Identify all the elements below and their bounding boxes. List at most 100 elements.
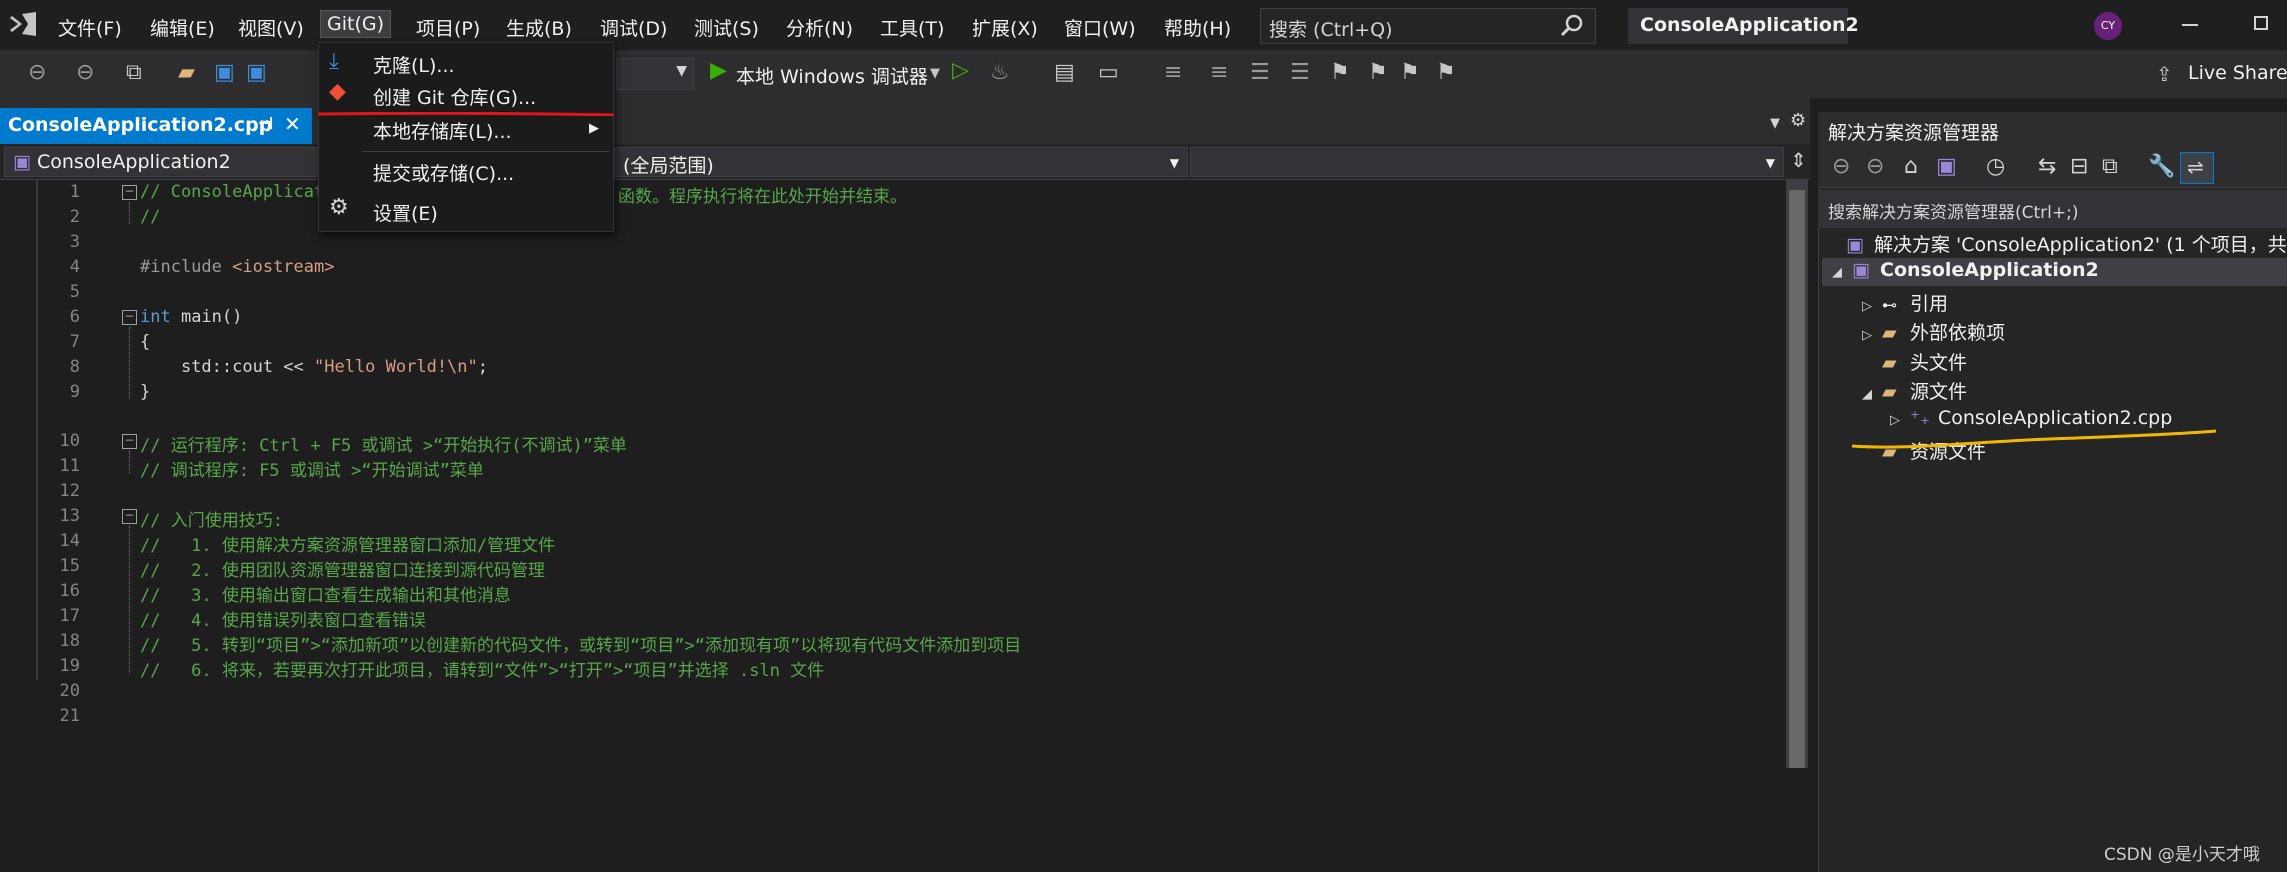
search-box[interactable]: 搜索 (Ctrl+Q) bbox=[1260, 8, 1596, 44]
home-icon[interactable]: ⌂ bbox=[1904, 154, 1918, 179]
pending-changes-icon[interactable]: ◷ bbox=[1986, 154, 2005, 179]
scrollbar-thumb[interactable] bbox=[1789, 190, 1805, 768]
menu-edit[interactable]: 编辑(E) bbox=[144, 12, 221, 43]
code-line-20: // 6. 将来，若要再次打开此项目，请转到“文件”>“打开”>“项目”并选择 … bbox=[140, 661, 825, 681]
outdent-icon[interactable]: ☰ bbox=[1290, 60, 1310, 85]
sync-icon[interactable]: ⇆ bbox=[2038, 154, 2056, 179]
collapse-all-icon[interactable]: ⊟ bbox=[2070, 154, 2088, 179]
tree-item-source-files[interactable]: ◢ ▰ 源文件 bbox=[1862, 377, 1967, 404]
member-dropdown[interactable]: ▼ bbox=[1190, 147, 1784, 177]
line-number: 14 bbox=[59, 531, 80, 551]
fold-toggle[interactable]: − bbox=[122, 434, 137, 449]
menu-tools[interactable]: 工具(T) bbox=[874, 12, 950, 43]
bookmark-prev-icon[interactable]: ⚑ bbox=[1368, 60, 1388, 85]
chevron-down-icon: ▼ bbox=[1765, 156, 1775, 170]
hot-reload-icon[interactable]: ♨ bbox=[990, 60, 1010, 85]
clone-icon: ⤓ bbox=[329, 49, 339, 74]
fold-guide bbox=[129, 327, 130, 399]
git-menu-clone[interactable]: 克隆(L)... bbox=[373, 51, 455, 78]
fold-toggle[interactable]: − bbox=[122, 185, 137, 200]
cpp-project-icon: ▣ bbox=[1852, 259, 1870, 281]
code-line-15: // 1. 使用解决方案资源管理器窗口添加/管理文件 bbox=[140, 536, 556, 556]
layout-icon[interactable]: ▭ bbox=[1098, 60, 1119, 85]
git-menu-create-repo[interactable]: 创建 Git 仓库(G)... bbox=[373, 83, 536, 110]
menu-window[interactable]: 窗口(W) bbox=[1058, 12, 1142, 43]
restore-icon[interactable] bbox=[2254, 16, 2268, 30]
forward-icon[interactable]: ⊖ bbox=[1866, 154, 1884, 179]
new-project-icon[interactable]: ⧉ bbox=[126, 60, 142, 85]
menu-project[interactable]: 项目(P) bbox=[410, 12, 486, 43]
uncomment-icon[interactable]: ≡ bbox=[1210, 60, 1228, 85]
line-number: 5 bbox=[69, 282, 80, 302]
external-deps-icon: ▰ bbox=[1882, 322, 1897, 344]
bookmark-clear-icon[interactable]: ⚑ bbox=[1436, 60, 1456, 85]
menu-file[interactable]: 文件(F) bbox=[52, 12, 128, 43]
fold-toggle[interactable]: − bbox=[122, 509, 137, 524]
submenu-arrow-icon: ▶ bbox=[589, 121, 599, 136]
bookmark-icon[interactable]: ⚑ bbox=[1330, 60, 1350, 85]
solution-explorer-title: 解决方案资源管理器 bbox=[1818, 112, 2287, 148]
tab-consoleapplication2-cpp[interactable]: ConsoleApplication2.cpp ⊣ ✕ bbox=[0, 108, 312, 144]
browse-icon[interactable]: ▤ bbox=[1054, 60, 1075, 85]
comment-icon[interactable]: ≡ bbox=[1164, 60, 1182, 85]
forward-icon[interactable]: ⊖ bbox=[76, 60, 94, 85]
chevron-down-icon[interactable]: ▼ bbox=[930, 66, 940, 81]
menu-git[interactable]: Git(G) bbox=[320, 10, 391, 38]
run-target-label[interactable]: 本地 Windows 调试器 bbox=[736, 62, 928, 89]
code-line-19: // 5. 转到“项目”>“添加新项”以创建新的代码文件，或转到“项目”>“添加… bbox=[140, 636, 1022, 656]
search-placeholder: 搜索 (Ctrl+Q) bbox=[1269, 19, 1393, 41]
back-icon[interactable]: ⊖ bbox=[1832, 154, 1850, 179]
tree-item-header-files[interactable]: ▰ 头文件 bbox=[1862, 348, 1967, 375]
solution-explorer-toolbar: ⊖ ⊖ ⌂ ▣ ◷ ⇆ ⊟ ⧉ 🔧 ⇌ bbox=[1818, 148, 2287, 188]
tree-item-references[interactable]: ▷ ⊷ 引用 bbox=[1862, 289, 1948, 316]
gear-icon[interactable]: ⚙ bbox=[1790, 110, 1806, 131]
cpp-project-icon: ▣ bbox=[13, 151, 31, 173]
tree-item-solution[interactable]: ▣ 解决方案 'ConsoleApplication2' (1 个项目，共 1 bbox=[1846, 230, 2287, 257]
menu-help[interactable]: 帮助(H) bbox=[1158, 12, 1237, 43]
line-number: 17 bbox=[59, 606, 80, 626]
editor-scrollbar[interactable] bbox=[1786, 180, 1808, 768]
scope-dropdown-label: (全局范围) bbox=[623, 155, 714, 177]
menu-view[interactable]: 视图(V) bbox=[232, 12, 310, 43]
menu-test[interactable]: 测试(S) bbox=[688, 12, 765, 43]
back-icon[interactable]: ⊖ bbox=[28, 60, 46, 85]
tree-item-project[interactable]: ◢ ▣ ConsoleApplication2 bbox=[1832, 259, 2099, 281]
preview-selected-button[interactable]: ⇌ bbox=[2180, 152, 2214, 184]
menu-debug[interactable]: 调试(D) bbox=[594, 12, 673, 43]
switch-views-icon[interactable]: ▣ bbox=[1936, 154, 1957, 179]
red-annotation-underline bbox=[318, 112, 614, 116]
line-number: 10 bbox=[59, 431, 80, 451]
pin-icon[interactable]: ⊣ bbox=[258, 114, 274, 134]
git-menu-local-repos[interactable]: 本地存储库(L)... bbox=[373, 117, 512, 144]
git-menu-settings[interactable]: 设置(E) bbox=[373, 199, 438, 226]
tree-item-external-dependencies[interactable]: ▷ ▰ 外部依赖项 bbox=[1862, 318, 2005, 345]
live-share-button[interactable]: Live Share bbox=[2188, 62, 2287, 84]
start-without-debug-icon[interactable]: ▷ bbox=[952, 58, 969, 83]
save-icon[interactable]: ▣ bbox=[214, 60, 235, 85]
menu-analyze[interactable]: 分析(N) bbox=[780, 12, 859, 43]
visual-studio-logo[interactable] bbox=[8, 10, 38, 38]
tab-dropdown-icon[interactable]: ▼ bbox=[1770, 116, 1780, 131]
git-menu-commit[interactable]: 提交或存储(C)... bbox=[373, 159, 514, 186]
chevron-down-icon: ▼ bbox=[676, 63, 687, 79]
show-all-files-icon[interactable]: ⧉ bbox=[2102, 154, 2118, 179]
fold-toggle[interactable]: − bbox=[122, 310, 137, 325]
properties-icon[interactable]: 🔧 bbox=[2148, 154, 2175, 179]
indent-icon[interactable]: ☰ bbox=[1250, 60, 1270, 85]
solution-explorer-search[interactable]: 搜索解决方案资源管理器(Ctrl+;) bbox=[1818, 190, 2287, 228]
save-all-icon[interactable]: ▣ bbox=[246, 60, 267, 85]
minimize-icon[interactable] bbox=[2182, 24, 2198, 26]
close-icon[interactable]: ✕ bbox=[284, 112, 301, 136]
open-folder-icon[interactable]: ▰ bbox=[178, 60, 195, 85]
bookmark-next-icon[interactable]: ⚑ bbox=[1400, 60, 1420, 85]
scope-dropdown[interactable]: (全局范围) ▼ bbox=[614, 147, 1188, 177]
start-debug-icon[interactable]: ▶ bbox=[710, 58, 727, 83]
platform-dropdown[interactable]: ▼ bbox=[616, 58, 694, 90]
avatar[interactable]: CY bbox=[2094, 12, 2122, 40]
menu-extensions[interactable]: 扩展(X) bbox=[966, 12, 1044, 43]
live-share-icon[interactable]: ⇪ bbox=[2156, 62, 2173, 86]
menu-build[interactable]: 生成(B) bbox=[500, 12, 578, 43]
line-number: 19 bbox=[59, 656, 80, 676]
split-icon[interactable]: ⇕ bbox=[1790, 148, 1807, 172]
line-number: 7 bbox=[69, 332, 80, 352]
